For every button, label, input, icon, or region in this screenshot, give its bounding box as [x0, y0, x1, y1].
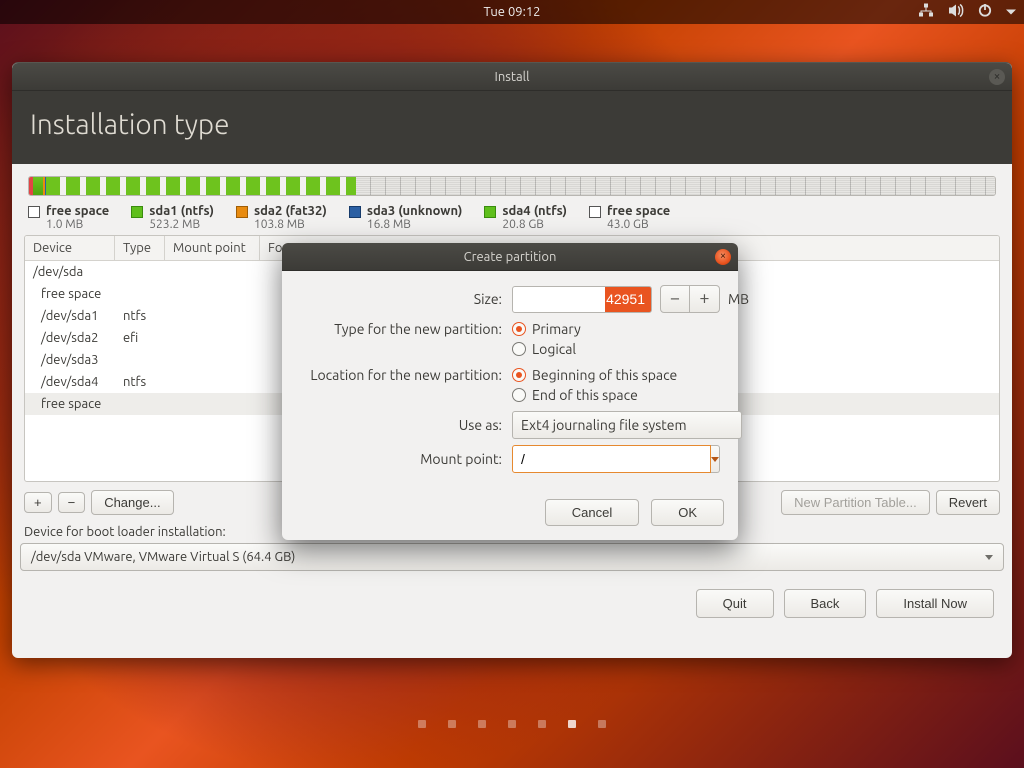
dialog-close-icon[interactable]: × — [715, 249, 731, 265]
page-title: Installation type — [30, 109, 994, 140]
menu-caret-icon[interactable] — [1006, 5, 1016, 19]
remove-button[interactable]: − — [58, 492, 86, 513]
radio-end[interactable]: End of this space — [512, 385, 724, 405]
workspace-indicator — [0, 720, 1024, 728]
size-label: Size: — [296, 291, 502, 307]
radio-logical[interactable]: Logical — [512, 339, 724, 359]
revert-button[interactable]: Revert — [936, 490, 1000, 515]
footer-buttons: Quit Back Install Now — [20, 571, 1004, 618]
mount-label: Mount point: — [296, 451, 502, 467]
size-decrement-button[interactable]: − — [660, 285, 690, 313]
quit-button[interactable]: Quit — [696, 589, 774, 618]
clock: Tue 09:12 — [484, 5, 541, 19]
useas-label: Use as: — [296, 417, 502, 433]
network-icon[interactable] — [918, 4, 934, 21]
system-tray — [918, 4, 1016, 21]
mount-point-input[interactable] — [512, 445, 711, 473]
size-unit: MB — [728, 291, 749, 307]
mount-point-combo[interactable] — [512, 445, 702, 473]
volume-icon[interactable] — [948, 4, 964, 21]
window-titlebar: Install × — [12, 63, 1012, 91]
create-partition-dialog: Create partition × Size: − + MB Type for… — [282, 243, 738, 540]
radio-beginning[interactable]: Beginning of this space — [512, 365, 724, 385]
ok-button[interactable]: OK — [651, 499, 724, 526]
change-button[interactable]: Change... — [91, 490, 173, 515]
bootloader-select[interactable]: /dev/sda VMware, VMware Virtual S (64.4 … — [20, 543, 1004, 571]
legend: free space1.0 MB sda1 (ntfs)523.2 MB sda… — [20, 196, 1004, 235]
disk-usage-bar — [28, 176, 996, 196]
size-increment-button[interactable]: + — [690, 285, 720, 313]
size-input[interactable] — [512, 286, 652, 313]
window-header: Installation type — [12, 91, 1012, 164]
window-title: Install — [495, 70, 530, 84]
dialog-title: Create partition — [464, 250, 557, 264]
mount-point-dropdown[interactable] — [711, 445, 720, 473]
power-icon[interactable] — [978, 4, 992, 21]
useas-select[interactable]: Ext4 journaling file system — [512, 411, 742, 439]
cancel-button[interactable]: Cancel — [545, 499, 639, 526]
chevron-down-icon — [985, 555, 993, 560]
top-bar: Tue 09:12 — [0, 0, 1024, 24]
install-now-button[interactable]: Install Now — [876, 589, 994, 618]
new-partition-table-button[interactable]: New Partition Table... — [781, 490, 930, 515]
radio-primary[interactable]: Primary — [512, 319, 724, 339]
location-label: Location for the new partition: — [296, 365, 502, 383]
dialog-titlebar: Create partition × — [282, 243, 738, 271]
back-button[interactable]: Back — [784, 589, 867, 618]
type-label: Type for the new partition: — [296, 319, 502, 337]
add-button[interactable]: + — [24, 492, 52, 513]
close-icon[interactable]: × — [989, 69, 1005, 85]
